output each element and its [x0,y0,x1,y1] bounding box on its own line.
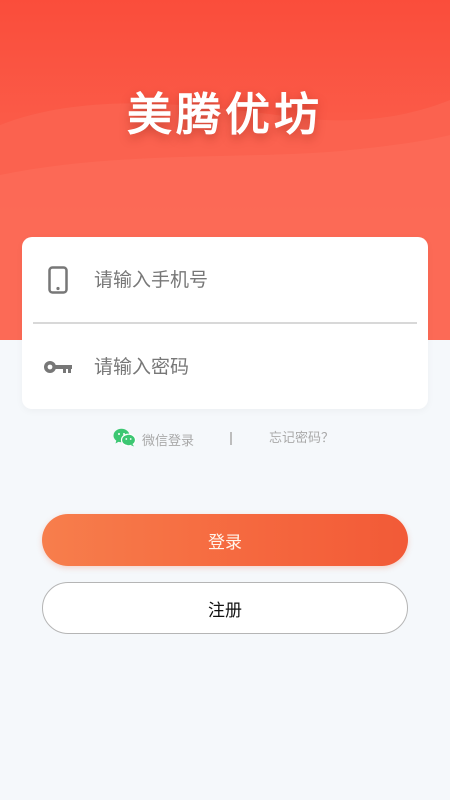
password-input[interactable] [94,346,428,387]
secondary-links: 微信登录 忘记密码？ [0,426,450,452]
wechat-icon [113,428,137,451]
wechat-login-label: 微信登录 [142,433,195,449]
register-button[interactable]: 注册 [42,582,408,634]
key-icon [22,359,94,375]
app-logo: 美腾优坊 [126,88,323,141]
phone-input[interactable] [94,259,428,300]
phone-icon [22,265,94,294]
wechat-login-link[interactable]: 微信登录 [113,426,194,452]
login-card [22,237,428,409]
password-field-row [22,324,428,409]
phone-field-row [22,237,428,322]
links-separator [230,432,232,445]
forgot-password-link[interactable]: 忘记密码？ [269,426,334,452]
login-button[interactable]: 登录 [42,514,408,566]
